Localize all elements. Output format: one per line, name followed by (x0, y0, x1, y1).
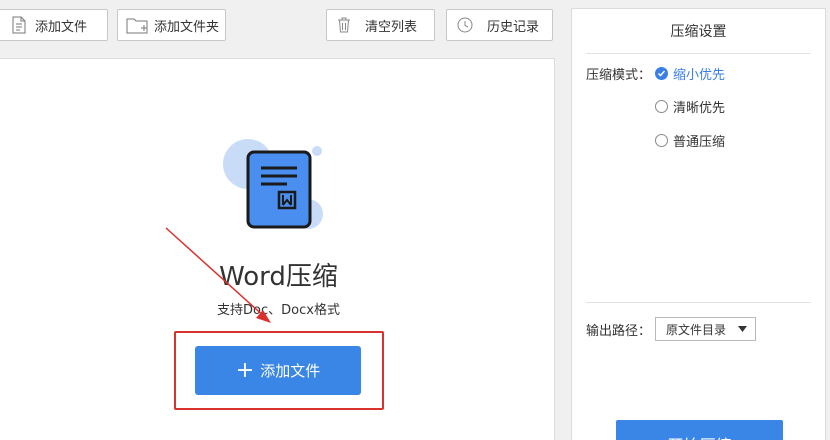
mode-option-label: 普通压缩 (673, 135, 726, 150)
output-path-select[interactable]: 原文件目录 (655, 317, 756, 341)
divider (586, 302, 811, 303)
compression-settings-panel: 压缩设置 压缩模式： 缩小优先 清晰优先 普通压缩 输出路径： 原文件目录 开始… (571, 8, 826, 440)
history-label: 历史记录 (487, 19, 540, 35)
page-title: Word压缩 (219, 262, 338, 292)
add-file-primary-label: 添加文件 (260, 362, 321, 380)
add-folder-button[interactable]: 添加文件夹 (117, 9, 226, 41)
divider (586, 53, 811, 54)
add-file-primary-button[interactable]: + 添加文件 (195, 346, 361, 395)
output-path-label: 输出路径： (586, 324, 652, 339)
mode-option-normal[interactable]: 普通压缩 (655, 131, 725, 150)
radio-icon[interactable] (655, 134, 668, 147)
start-compress-label: 开始压缩 (667, 432, 731, 440)
trash-icon (338, 17, 350, 33)
plus-icon: + (235, 357, 255, 383)
add-file-label: 添加文件 (35, 19, 88, 35)
clock-icon (457, 17, 473, 33)
mode-label: 压缩模式： (586, 68, 652, 83)
word-document-icon (223, 139, 323, 229)
radio-checked-icon[interactable] (655, 67, 668, 80)
add-file-icon (12, 16, 26, 34)
add-folder-icon (126, 18, 148, 34)
mode-option-label: 清晰优先 (673, 101, 726, 116)
format-hint: 支持Doc、Docx格式 (217, 303, 340, 318)
start-compress-button[interactable]: 开始压缩 (616, 420, 783, 440)
mode-option-clarity[interactable]: 清晰优先 (655, 97, 725, 116)
radio-icon[interactable] (655, 100, 668, 113)
settings-title: 压缩设置 (670, 24, 727, 40)
add-file-button[interactable]: 添加文件 (0, 9, 108, 41)
mode-option-label: 缩小优先 (673, 68, 726, 83)
output-path-value: 原文件目录 (666, 322, 727, 337)
history-button[interactable]: 历史记录 (446, 9, 553, 41)
clear-list-label: 清空列表 (365, 19, 418, 35)
add-folder-label: 添加文件夹 (154, 19, 220, 35)
chevron-down-icon (738, 326, 747, 332)
clear-list-button[interactable]: 清空列表 (326, 9, 435, 41)
mode-option-shrink[interactable]: 缩小优先 (655, 64, 725, 83)
